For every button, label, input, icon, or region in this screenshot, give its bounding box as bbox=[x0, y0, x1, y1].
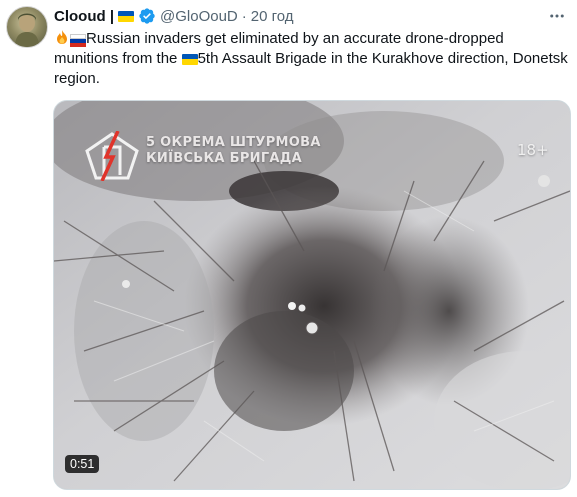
header-separator: · bbox=[241, 7, 247, 25]
brigade-watermark-line1: 5 ОКРЕМА ШТУРМОВА bbox=[146, 135, 321, 150]
brigade-watermark: 5 ОКРЕМА ШТУРМОВА КИЇВСЬКА БРИГАДА bbox=[146, 135, 321, 167]
tweet-timestamp[interactable]: 20 год bbox=[251, 8, 294, 25]
author-name[interactable]: Clooud | bbox=[54, 8, 114, 25]
video-duration-badge: 0:51 bbox=[65, 455, 100, 473]
more-options-button[interactable] bbox=[545, 6, 569, 26]
verified-badge-icon[interactable] bbox=[138, 7, 156, 25]
avatar[interactable] bbox=[6, 6, 48, 48]
russia-flag-icon bbox=[70, 33, 86, 47]
brigade-watermark-line2: КИЇВСЬКА БРИГАДА bbox=[146, 151, 303, 166]
avatar-image bbox=[15, 13, 39, 47]
video-player[interactable]: 5 ОКРЕМА ШТУРМОВА КИЇВСЬКА БРИГАДА 18+ 0… bbox=[53, 100, 571, 490]
tweet-text: Russian invaders get eliminated by an ac… bbox=[54, 29, 569, 89]
brigade-logo-icon bbox=[85, 131, 139, 181]
ukraine-flag-icon bbox=[118, 10, 135, 22]
more-options-icon bbox=[550, 14, 564, 18]
ukraine-flag-icon bbox=[181, 53, 198, 65]
tweet-card[interactable]: Clooud | @GloOouD · 20 год Russian invad… bbox=[0, 0, 577, 497]
author-handle[interactable]: @GloOouD bbox=[160, 8, 238, 25]
age-rating-label: 18+ bbox=[517, 141, 549, 159]
fire-emoji-icon bbox=[57, 30, 67, 44]
tweet-header: Clooud | @GloOouD · 20 год bbox=[54, 6, 294, 26]
